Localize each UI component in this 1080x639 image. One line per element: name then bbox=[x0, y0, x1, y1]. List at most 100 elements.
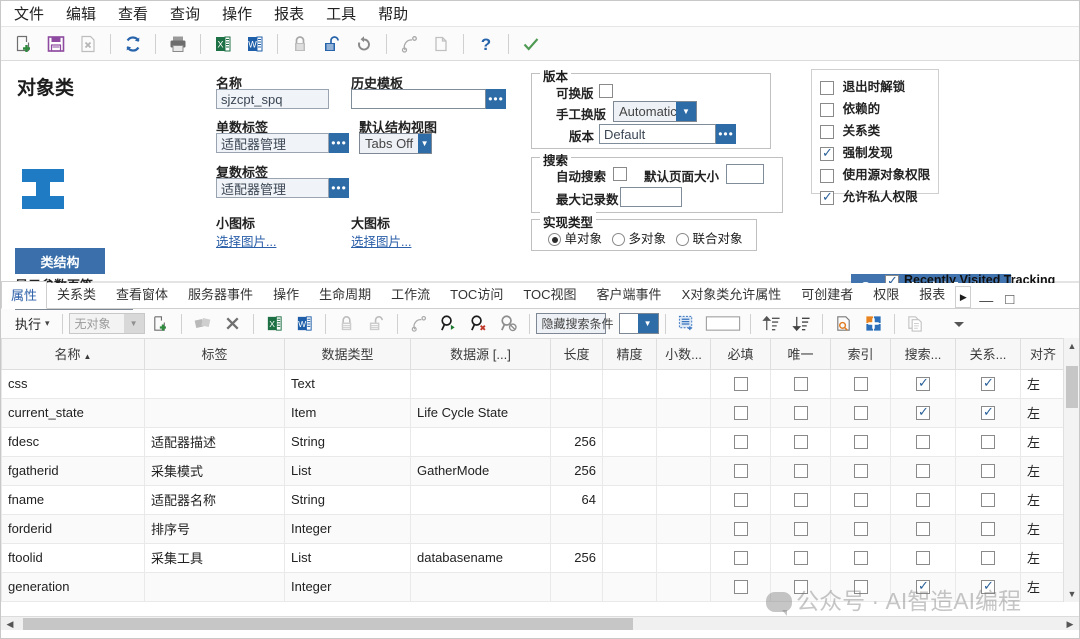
menu-item-file[interactable]: 文件 bbox=[11, 2, 47, 25]
unlock-icon[interactable] bbox=[362, 311, 391, 337]
tab-client-events[interactable]: 客户端事件 bbox=[587, 280, 672, 308]
required-checkbox[interactable] bbox=[733, 464, 748, 479]
flag-use-source-perm[interactable]: 使用源对象权限 bbox=[820, 164, 938, 183]
version-input[interactable] bbox=[599, 124, 716, 144]
find-page-icon[interactable] bbox=[829, 311, 858, 337]
copy-icon[interactable] bbox=[901, 311, 930, 337]
manual-rev-select[interactable]: Automatic ▼ bbox=[613, 101, 697, 122]
search-clear-icon[interactable] bbox=[464, 311, 493, 337]
relation-checkbox[interactable] bbox=[981, 493, 995, 508]
required-checkbox[interactable] bbox=[733, 551, 748, 566]
searchable-checkbox[interactable] bbox=[916, 551, 930, 566]
refresh-icon[interactable] bbox=[118, 30, 148, 58]
menu-item-tools[interactable]: 工具 bbox=[323, 2, 359, 25]
col-header-decimal[interactable]: 小数... bbox=[656, 339, 711, 370]
flag-unlock-on-exit-checkbox[interactable] bbox=[820, 80, 834, 95]
radio-single-icon[interactable] bbox=[548, 233, 561, 247]
vertical-scroll-thumb[interactable] bbox=[1066, 366, 1078, 408]
tab-lifecycle[interactable]: 生命周期 bbox=[309, 280, 381, 308]
view-mode-select[interactable]: ▼ bbox=[618, 313, 659, 334]
col-header-name[interactable]: 名称 ▲ bbox=[1, 339, 145, 370]
flag-allow-private-perm-checkbox[interactable] bbox=[820, 189, 834, 205]
relation-checkbox[interactable] bbox=[981, 464, 995, 479]
col-header-datasource[interactable]: 数据源 [...] bbox=[410, 339, 551, 370]
tab-view-forms[interactable]: 查看窗体 bbox=[106, 280, 178, 308]
export-word-icon[interactable]: W bbox=[290, 311, 319, 337]
searchable-checkbox[interactable] bbox=[916, 522, 930, 537]
grid-vertical-scrollbar[interactable]: ▲ ▼ bbox=[1063, 338, 1079, 602]
required-checkbox[interactable] bbox=[733, 580, 748, 595]
sort-asc-icon[interactable] bbox=[757, 311, 786, 337]
indexed-checkbox[interactable] bbox=[853, 580, 868, 595]
required-checkbox[interactable] bbox=[733, 377, 748, 392]
export-word-icon[interactable]: W bbox=[240, 30, 270, 58]
required-checkbox[interactable] bbox=[733, 435, 748, 450]
revisable-checkbox[interactable] bbox=[599, 84, 613, 98]
scroll-right-arrow-icon[interactable]: ▶ bbox=[1061, 617, 1079, 631]
searchable-checkbox[interactable] bbox=[916, 464, 930, 479]
table-row[interactable]: fname 适配器名称 String 64 左 bbox=[1, 484, 1066, 515]
version-browse-button[interactable]: ••• bbox=[716, 124, 736, 144]
scroll-up-arrow-icon[interactable]: ▲ bbox=[1064, 338, 1080, 354]
add-plus-icon[interactable] bbox=[859, 311, 888, 337]
menu-item-query[interactable]: 查询 bbox=[167, 2, 203, 25]
indexed-checkbox[interactable] bbox=[853, 406, 868, 421]
unique-checkbox[interactable] bbox=[793, 551, 808, 566]
required-checkbox[interactable] bbox=[733, 406, 748, 421]
help-icon[interactable]: ? bbox=[471, 30, 501, 58]
unique-checkbox[interactable] bbox=[793, 435, 808, 450]
relation-checkbox[interactable] bbox=[981, 578, 995, 595]
tab-toc-access[interactable]: TOC访问 bbox=[440, 280, 513, 308]
indexed-checkbox[interactable] bbox=[853, 493, 868, 508]
history-template-browse-button[interactable]: ••• bbox=[486, 89, 506, 109]
col-header-length[interactable]: 长度 bbox=[550, 339, 603, 370]
scroll-down-arrow-icon[interactable]: ▼ bbox=[1064, 586, 1080, 602]
tab-actions[interactable]: 操作 bbox=[263, 280, 309, 308]
col-header-required[interactable]: 必填 bbox=[710, 339, 771, 370]
overflow-caret-icon[interactable] bbox=[945, 311, 974, 337]
col-header-datatype[interactable]: 数据类型 bbox=[284, 339, 411, 370]
flag-dependent[interactable]: 依赖的 bbox=[820, 98, 938, 117]
delete-icon[interactable] bbox=[73, 30, 103, 58]
undo-icon[interactable] bbox=[349, 30, 379, 58]
flag-force-discovery[interactable]: 强制发现 bbox=[820, 142, 938, 161]
singular-label-input[interactable] bbox=[216, 133, 329, 153]
searchable-checkbox[interactable] bbox=[916, 578, 930, 595]
print-icon[interactable] bbox=[163, 30, 193, 58]
radio-union-icon[interactable] bbox=[676, 233, 689, 247]
flag-allow-private-perm[interactable]: 允许私人权限 bbox=[820, 186, 938, 205]
relation-checkbox[interactable] bbox=[981, 375, 995, 392]
table-row[interactable]: css Text 左 bbox=[1, 368, 1066, 399]
auto-search-checkbox[interactable] bbox=[613, 167, 627, 181]
grid-horizontal-scrollbar[interactable]: ◀ ▶ bbox=[1, 616, 1079, 630]
default-page-size-input[interactable] bbox=[726, 164, 764, 184]
tab-overflow-arrow-icon[interactable]: ▶ bbox=[955, 286, 972, 308]
lock-icon[interactable] bbox=[285, 30, 315, 58]
name-input[interactable] bbox=[216, 89, 329, 109]
history-template-input[interactable] bbox=[351, 89, 486, 109]
col-header-indexed[interactable]: 索引 bbox=[830, 339, 891, 370]
flag-force-discovery-checkbox[interactable] bbox=[820, 145, 834, 161]
searchable-checkbox[interactable] bbox=[916, 375, 930, 392]
plural-label-input[interactable] bbox=[216, 178, 329, 198]
flag-dependent-checkbox[interactable] bbox=[820, 102, 834, 117]
object-select[interactable]: 无对象 ▼ bbox=[68, 313, 145, 334]
impl-option-single[interactable]: 单对象 bbox=[548, 228, 602, 247]
col-header-unique[interactable]: 唯一 bbox=[770, 339, 831, 370]
apply-icon[interactable] bbox=[516, 30, 546, 58]
hide-search-conditions-select[interactable]: 隐藏搜索条件 ▼ bbox=[535, 313, 627, 334]
flag-use-source-perm-checkbox[interactable] bbox=[820, 168, 834, 183]
search-disable-icon[interactable] bbox=[494, 311, 523, 337]
export-excel-icon[interactable]: X bbox=[208, 30, 238, 58]
tab-creators[interactable]: 可创建者 bbox=[791, 280, 863, 308]
tab-server-events[interactable]: 服务器事件 bbox=[178, 280, 263, 308]
plural-label-browse-button[interactable]: ••• bbox=[329, 178, 349, 198]
sort-desc-icon[interactable] bbox=[787, 311, 816, 337]
select-all-icon[interactable] bbox=[672, 311, 701, 337]
blank-box-icon[interactable] bbox=[702, 311, 744, 337]
relation-checkbox[interactable] bbox=[981, 522, 995, 537]
default-struct-view-select[interactable]: Tabs Off ▼ bbox=[359, 133, 432, 154]
remove-icon[interactable] bbox=[218, 311, 247, 337]
execute-menu-button[interactable]: 执行 ▾ bbox=[9, 314, 56, 333]
unlock-icon[interactable] bbox=[317, 30, 347, 58]
